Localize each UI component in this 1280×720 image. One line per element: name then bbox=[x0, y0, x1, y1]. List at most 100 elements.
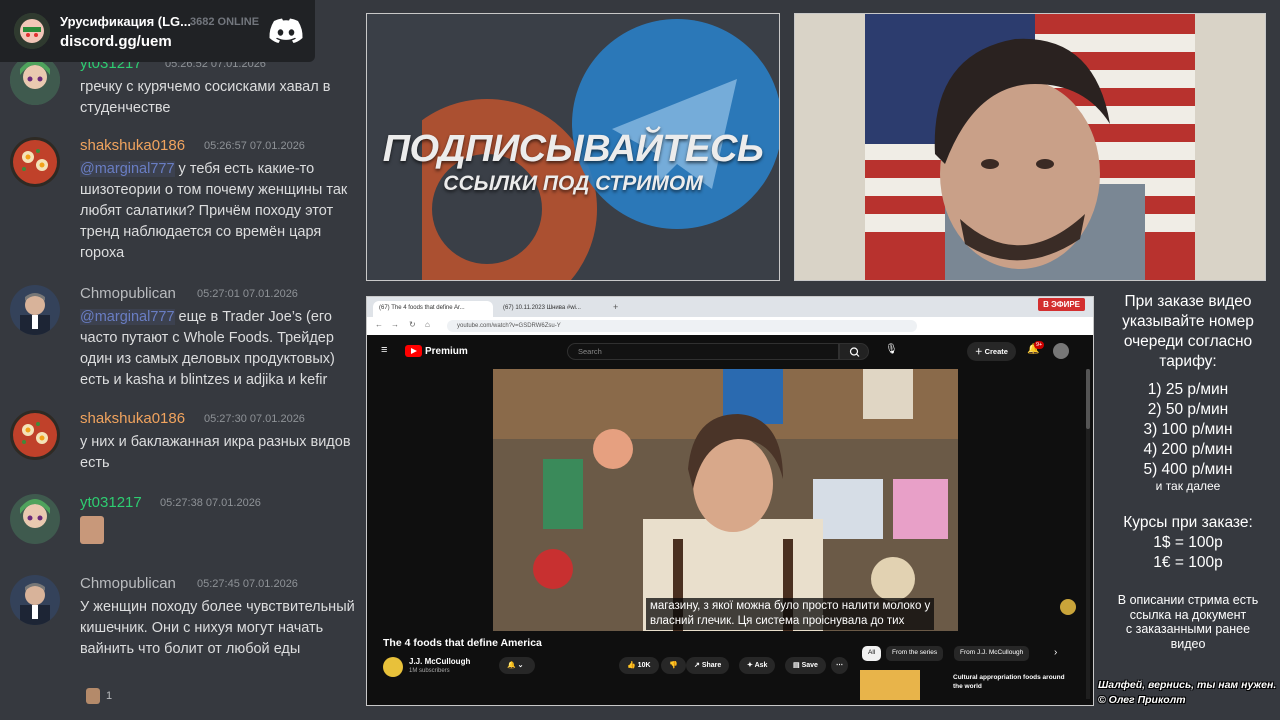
player-scrollbar[interactable] bbox=[1086, 369, 1090, 699]
desc-line: ссылка на документ bbox=[1129, 607, 1247, 622]
tariff-item: 3) 100 р/мин bbox=[1143, 421, 1233, 438]
avatar bbox=[10, 285, 60, 335]
back-icon[interactable]: ← bbox=[375, 320, 383, 329]
reload-icon[interactable]: ↻ bbox=[409, 320, 416, 329]
tariff-item: 5) 400 р/мин bbox=[1143, 461, 1233, 478]
channel-name[interactable]: J.J. McCullough bbox=[409, 657, 470, 666]
video-frame-image bbox=[493, 369, 958, 631]
desc-line: с заказанными ранее bbox=[1125, 622, 1251, 636]
message-timestamp: 05:27:45 07.01.2026 bbox=[197, 578, 298, 590]
message-username[interactable]: shakshuka0186 bbox=[80, 410, 185, 427]
reaction-count: 1 bbox=[106, 690, 113, 702]
order-text-line: тарифу: bbox=[1159, 353, 1217, 370]
message-text: @marginal777 у тебя есть какие-то шизоте… bbox=[80, 161, 348, 261]
message-username[interactable]: Chmopublican bbox=[80, 575, 176, 592]
notification-count: 9+ bbox=[1034, 341, 1045, 349]
message-text: у них и баклажанная икра разных видов ес… bbox=[80, 434, 351, 471]
create-button[interactable]: ＋ Create bbox=[967, 342, 1016, 361]
desc-line: В описании стрима есть bbox=[1117, 593, 1259, 607]
menu-icon[interactable]: ≡ bbox=[381, 344, 387, 356]
chip-from-channel[interactable]: From J.J. McCullough bbox=[954, 646, 1030, 661]
youtube-brand: Premium bbox=[425, 345, 468, 357]
share-button[interactable]: ↗ Share bbox=[686, 657, 730, 674]
tab-second-video[interactable]: (67) 10.11.2023 Шнива #wi... bbox=[497, 301, 607, 317]
channel-watermark[interactable] bbox=[1060, 599, 1076, 615]
new-tab-icon[interactable]: + bbox=[613, 302, 618, 312]
tab-youtube-video[interactable]: (67) The 4 foods that define Ar... bbox=[373, 301, 493, 317]
chip-all[interactable]: All bbox=[862, 646, 882, 661]
dislike-button[interactable]: 👎 bbox=[661, 657, 686, 674]
message-timestamp: 05:27:01 07.01.2026 bbox=[197, 288, 298, 300]
channel-avatar[interactable] bbox=[383, 657, 403, 677]
chevron-right-icon[interactable]: › bbox=[1054, 647, 1057, 658]
message-username[interactable]: shakshuka0186 bbox=[80, 137, 185, 154]
microphone-icon[interactable]: 🎙 bbox=[885, 344, 898, 355]
tab-bar: (67) The 4 foods that define Ar... (67) … bbox=[367, 297, 1093, 317]
promo-subtitle: ССЫЛКИ ПОД СТРИМОМ bbox=[443, 172, 703, 195]
forward-icon[interactable]: → bbox=[391, 320, 399, 329]
subscribe-bell-button[interactable]: 🔔 ⌄ bbox=[499, 657, 535, 674]
reaction-badge[interactable]: 1 bbox=[86, 688, 112, 704]
order-text-line: указывайте номер bbox=[1122, 313, 1254, 330]
account-avatar[interactable] bbox=[1053, 343, 1069, 359]
youtube-logo[interactable]: Premium bbox=[405, 345, 468, 357]
home-icon[interactable]: ⌂ bbox=[425, 320, 430, 329]
reaction-emoji-icon bbox=[86, 688, 100, 704]
search-input[interactable]: Search bbox=[567, 343, 839, 360]
server-icon bbox=[14, 13, 50, 49]
avatar bbox=[10, 137, 60, 187]
message-text: гречку с курячемо сосисками хавал в студ… bbox=[80, 79, 331, 116]
video-title: The 4 foods that define America bbox=[383, 637, 542, 649]
message-username[interactable]: Chmopublican bbox=[80, 285, 176, 302]
server-name: Урусификация (LG... bbox=[60, 14, 191, 29]
youtube-play-icon bbox=[405, 345, 422, 357]
suggested-video-title[interactable]: Cultural appropriation foods around the … bbox=[953, 673, 1071, 691]
discord-chat-panel: yt031217 05:26:52 07.01.2026 гречку с ку… bbox=[0, 0, 360, 720]
order-info-panel: При заказе видео указывайте номер очеред… bbox=[1096, 290, 1280, 720]
avatar bbox=[10, 575, 60, 625]
user-mention[interactable]: @marginal777 bbox=[80, 161, 175, 177]
video-captions: магазину, з якої можна було просто налит… bbox=[646, 598, 935, 630]
webcam-feed bbox=[794, 13, 1266, 281]
ask-button[interactable]: ✦ Ask bbox=[739, 657, 776, 674]
message-timestamp: 05:27:30 07.01.2026 bbox=[204, 413, 305, 425]
video-player[interactable]: магазину, з якої можна було просто налит… bbox=[493, 369, 958, 631]
rate-item: 1$ = 100р bbox=[1153, 534, 1223, 551]
save-button[interactable]: ▤ Save bbox=[785, 657, 826, 674]
search-icon bbox=[849, 347, 860, 357]
discord-server-widget[interactable]: Урусификация (LG... 3682 ONLINE discord.… bbox=[0, 0, 315, 62]
chip-from-series[interactable]: From the series bbox=[886, 646, 944, 661]
message-text: @marginal777 еще в Trader Joe’s (его час… bbox=[80, 309, 335, 388]
avatar bbox=[10, 55, 60, 105]
tariff-item: 1) 25 р/мин bbox=[1147, 381, 1229, 398]
browser-window: В ЭФИРЕ (67) The 4 foods that define Ar.… bbox=[366, 296, 1094, 706]
suggested-video-thumbnail[interactable] bbox=[860, 670, 920, 700]
invite-link[interactable]: discord.gg/uem bbox=[60, 33, 172, 50]
rates-title: Курсы при заказе: bbox=[1123, 514, 1253, 531]
rate-item: 1€ = 100р bbox=[1153, 554, 1223, 571]
url-field[interactable]: youtube.com/watch?v=GSDRW6Zsu-Y bbox=[447, 320, 917, 332]
channel-row: J.J. McCullough 1M subscribers 🔔 ⌄ 👍 10K… bbox=[383, 655, 863, 677]
tariff-more: и так далее bbox=[1155, 479, 1221, 493]
message-text: У женщин походу более чувствительный киш… bbox=[80, 599, 355, 657]
avatar bbox=[10, 410, 60, 460]
online-count: 3682 ONLINE bbox=[190, 16, 260, 28]
message-username[interactable]: yt031217 bbox=[80, 494, 142, 511]
message-timestamp: 05:27:38 07.01.2026 bbox=[160, 497, 261, 509]
user-mention[interactable]: @marginal777 bbox=[80, 309, 175, 325]
search-button[interactable] bbox=[839, 343, 869, 360]
subscribe-banner: ПОДПИСЫВАЙТЕСЬ ССЫЛКИ ПОД СТРИМОМ bbox=[366, 13, 780, 281]
discord-logo-icon bbox=[269, 18, 303, 43]
subscriber-count: 1M subscribers bbox=[409, 668, 450, 674]
more-actions-button[interactable]: ⋯ bbox=[831, 657, 848, 674]
like-button[interactable]: 👍 10K bbox=[619, 657, 659, 674]
tariff-item: 4) 200 р/мин bbox=[1143, 441, 1233, 458]
live-badge: В ЭФИРЕ bbox=[1038, 298, 1085, 311]
desc-line: видео bbox=[1170, 636, 1206, 651]
message-timestamp: 05:26:57 07.01.2026 bbox=[204, 140, 305, 152]
tariff-item: 2) 50 р/мин bbox=[1147, 401, 1229, 418]
order-text-line: очереди согласно bbox=[1123, 333, 1253, 350]
webcam-image bbox=[795, 14, 1265, 280]
order-text-line: При заказе видео bbox=[1124, 293, 1252, 310]
sticker-image bbox=[80, 516, 104, 544]
